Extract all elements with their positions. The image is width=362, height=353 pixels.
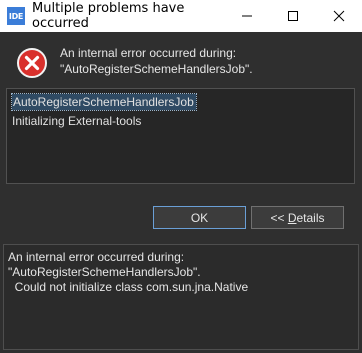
error-message: An internal error occurred during: "Auto… (60, 45, 350, 77)
title-bar: IDE Multiple problems have occurred (0, 0, 362, 32)
error-icon (17, 48, 47, 78)
close-icon (333, 10, 345, 22)
close-button[interactable] (316, 0, 362, 32)
details-button-label: << Details (270, 210, 325, 225)
ok-button[interactable]: OK (153, 206, 246, 229)
error-message-line-1: An internal error occurred during: (60, 46, 237, 60)
details-line-1: An internal error occurred during: (8, 250, 185, 264)
ok-button-label: OK (190, 210, 209, 225)
details-text-area[interactable]: An internal error occurred during: "AutoR… (3, 244, 359, 350)
minimize-icon (242, 15, 252, 17)
problem-item[interactable]: AutoRegisterSchemeHandlersJob (7, 93, 354, 112)
problem-item[interactable]: Initializing External-tools (7, 112, 354, 131)
maximize-icon (288, 11, 298, 21)
maximize-button[interactable] (270, 0, 316, 32)
problem-item-label: Initializing External-tools (12, 114, 142, 128)
problems-list[interactable]: AutoRegisterSchemeHandlersJob Initializi… (6, 88, 355, 184)
details-line-2: "AutoRegisterSchemeHandlersJob". (8, 265, 201, 279)
error-message-line-2: "AutoRegisterSchemeHandlersJob". (60, 62, 253, 76)
details-line-3: Could not initialize class com.sun.jna.N… (8, 280, 249, 294)
window-title: Multiple problems have occurred (32, 1, 185, 31)
minimize-button[interactable] (224, 0, 270, 32)
app-icon: IDE (7, 7, 25, 25)
details-button[interactable]: << Details (251, 206, 344, 229)
problem-item-label: AutoRegisterSchemeHandlersJob (11, 93, 197, 111)
